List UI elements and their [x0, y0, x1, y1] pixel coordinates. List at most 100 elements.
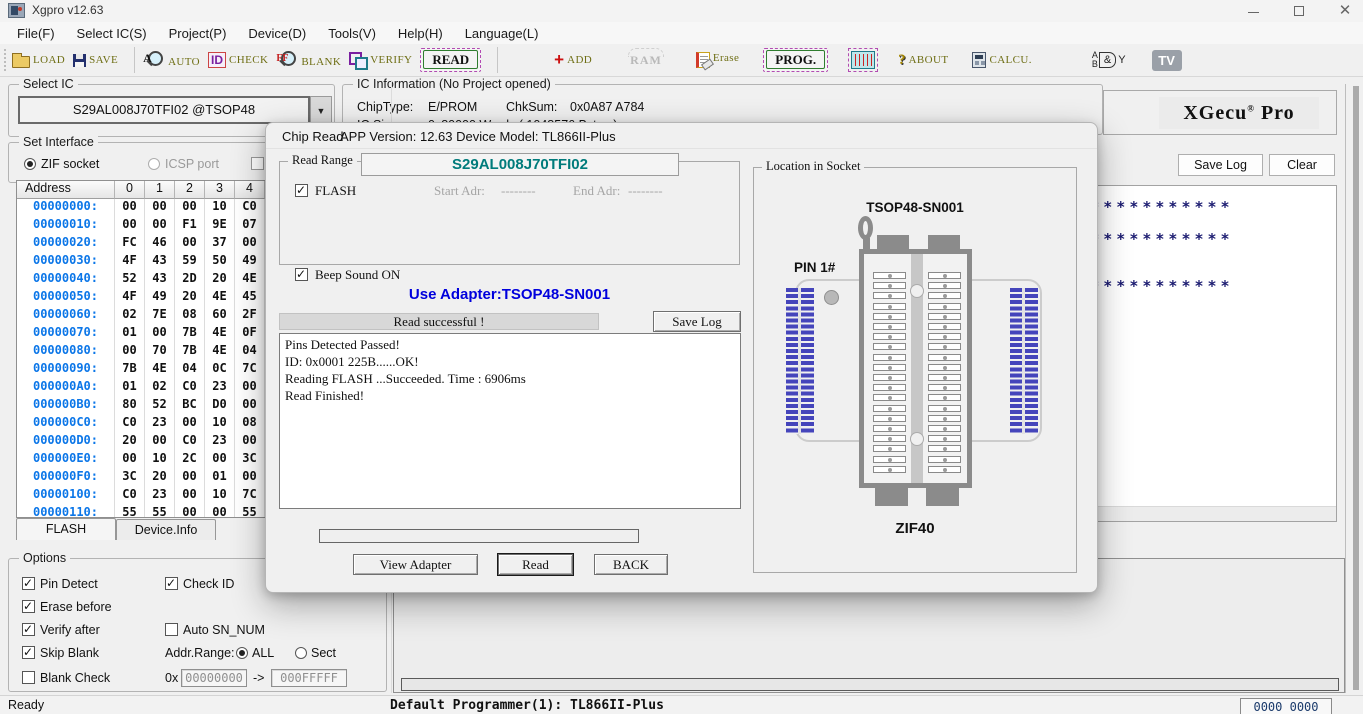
- chksum-value: 0x0A87 A784: [570, 100, 644, 114]
- chip-type-label: ChipType:: [357, 100, 413, 114]
- zif-socket-radio[interactable]: [24, 158, 36, 170]
- dialog-log-box[interactable]: Pins Detected Passed! ID: 0x0001 225B...…: [279, 333, 741, 509]
- ic-test-button[interactable]: [848, 48, 878, 72]
- range-end-input[interactable]: 000FFFFF: [271, 669, 347, 687]
- dialog-title-bar[interactable]: Chip Read APP Version: 12.63 Device Mode…: [266, 123, 1097, 149]
- load-button[interactable]: LOAD: [12, 53, 65, 68]
- dialog-read-button[interactable]: Read: [498, 554, 573, 575]
- tab-flash[interactable]: FLASH: [16, 518, 116, 540]
- flash-range-checkbox[interactable]: [295, 184, 308, 197]
- table-row[interactable]: 00000080:00707B4E04: [17, 343, 266, 361]
- chip-read-dialog: Chip Read APP Version: 12.63 Device Mode…: [265, 122, 1098, 593]
- tab-device-info[interactable]: Device.Info: [116, 519, 216, 540]
- read-button[interactable]: READ: [420, 48, 481, 72]
- status-bar: Ready Default Programmer(1): TL866II-Plu…: [0, 695, 1363, 714]
- menu-project[interactable]: Project(P): [160, 24, 236, 43]
- column-header[interactable]: Address: [17, 181, 115, 199]
- table-row[interactable]: 00000000:00000010C0: [17, 199, 266, 217]
- verify-after-checkbox[interactable]: [22, 623, 35, 636]
- back-button[interactable]: BACK: [594, 554, 668, 575]
- table-row[interactable]: 00000010:0000F19E07: [17, 217, 266, 235]
- table-row[interactable]: 000000B0:8052BCD000: [17, 397, 266, 415]
- table-row[interactable]: 000000D0:2000C02300: [17, 433, 266, 451]
- menu-tools[interactable]: Tools(V): [319, 24, 385, 43]
- save-button[interactable]: SAVE: [73, 54, 118, 67]
- about-button[interactable]: ? ABOUT: [898, 52, 948, 69]
- table-row[interactable]: 00000090:7B4E040C7C: [17, 361, 266, 379]
- addr-range-sect-radio[interactable]: [295, 647, 307, 659]
- table-row[interactable]: 00000110:5555000055: [17, 505, 266, 518]
- maximize-button[interactable]: [1281, 0, 1317, 22]
- blank-check-checkbox[interactable]: [22, 671, 35, 684]
- table-row[interactable]: 000000F0:3C20000100: [17, 469, 266, 487]
- table-row[interactable]: 00000060:027E08602F: [17, 307, 266, 325]
- prog-button[interactable]: PROG.: [763, 48, 828, 72]
- column-header[interactable]: 4: [235, 181, 265, 199]
- ic-combo-box[interactable]: S29AL008J70TFI02 @TSOP48: [18, 96, 310, 124]
- socket-slot-column: [928, 272, 961, 473]
- hex-value: 10: [205, 487, 235, 505]
- socket-slot: [873, 272, 906, 279]
- addr-range-all-radio[interactable]: [236, 647, 248, 659]
- hex-value: 80: [115, 397, 145, 415]
- table-row[interactable]: 000000C0:C023001008: [17, 415, 266, 433]
- skip-blank-checkbox[interactable]: [22, 646, 35, 659]
- hex-address: 00000070:: [17, 325, 115, 343]
- menu-help[interactable]: Help(H): [389, 24, 452, 43]
- column-header[interactable]: 0: [115, 181, 145, 199]
- menu-language[interactable]: Language(L): [456, 24, 548, 43]
- ram-button[interactable]: RAM: [630, 53, 662, 68]
- hex-value: 9E: [205, 217, 235, 235]
- menu-device[interactable]: Device(D): [239, 24, 315, 43]
- check-button[interactable]: ID CHECK: [208, 52, 268, 68]
- pin-detect-label: Pin Detect: [40, 577, 98, 591]
- menu-select-ic[interactable]: Select IC(S): [68, 24, 156, 43]
- socket-slot: [928, 466, 961, 473]
- hex-value: 01: [205, 469, 235, 487]
- tv-button[interactable]: TV: [1152, 50, 1182, 71]
- dialog-subtitle: APP Version: 12.63 Device Model: TL866II…: [340, 129, 616, 144]
- view-adapter-button[interactable]: View Adapter: [353, 554, 478, 575]
- table-row[interactable]: 00000050:4F49204E45: [17, 289, 266, 307]
- column-header[interactable]: 3: [205, 181, 235, 199]
- save-log-button[interactable]: Save Log: [1178, 154, 1263, 176]
- hex-dump-table[interactable]: Address01234 00000000:00000010C000000010…: [16, 180, 267, 518]
- calc-button[interactable]: CALCU.: [972, 52, 1031, 68]
- icsp-vcc-checkbox[interactable]: [251, 157, 264, 170]
- vertical-scrollbar[interactable]: [1353, 86, 1359, 690]
- pin-detect-checkbox[interactable]: [22, 577, 35, 590]
- blank-button[interactable]: FF BLANK: [276, 50, 341, 70]
- ic-combo-dropdown-button[interactable]: ▼: [310, 96, 332, 124]
- menu-file[interactable]: File(F): [8, 24, 64, 43]
- table-row[interactable]: 00000030:4F43595049: [17, 253, 266, 271]
- flash-range-label: FLASH: [315, 183, 356, 199]
- hex-value: 7C: [235, 487, 265, 505]
- table-row[interactable]: 00000040:52432D204E: [17, 271, 266, 289]
- log-line: ID: 0x0001 225B......OK!: [285, 353, 735, 370]
- table-row[interactable]: 000000A0:0102C02300: [17, 379, 266, 397]
- options-label: Options: [19, 551, 70, 565]
- logic-gate-button[interactable]: AB & Y: [1092, 51, 1126, 69]
- minimize-button[interactable]: [1235, 0, 1271, 22]
- auto-button[interactable]: A AUTO: [143, 50, 200, 70]
- table-row[interactable]: 00000020:FC46003700: [17, 235, 266, 253]
- erase-before-checkbox[interactable]: [22, 600, 35, 613]
- column-header[interactable]: 1: [145, 181, 175, 199]
- check-id-checkbox[interactable]: [165, 577, 178, 590]
- verify-button[interactable]: VERIFY: [349, 52, 412, 68]
- table-row[interactable]: 00000100:C02300107C: [17, 487, 266, 505]
- close-button[interactable]: ✕: [1327, 0, 1363, 22]
- clear-button[interactable]: Clear: [1269, 154, 1335, 176]
- load-label: LOAD: [33, 54, 65, 66]
- erase-button[interactable]: Erase: [696, 52, 739, 68]
- column-header[interactable]: 2: [175, 181, 205, 199]
- icsp-port-radio[interactable]: [148, 158, 160, 170]
- add-button[interactable]: + ADD: [554, 53, 592, 67]
- table-row[interactable]: 00000070:01007B4E0F: [17, 325, 266, 343]
- beep-checkbox[interactable]: [295, 268, 308, 281]
- dialog-save-log-button[interactable]: Save Log: [653, 311, 741, 332]
- range-start-input[interactable]: 00000000: [181, 669, 247, 687]
- auto-glyph: A: [143, 51, 152, 66]
- auto-sn-checkbox[interactable]: [165, 623, 178, 636]
- table-row[interactable]: 000000E0:00102C003C: [17, 451, 266, 469]
